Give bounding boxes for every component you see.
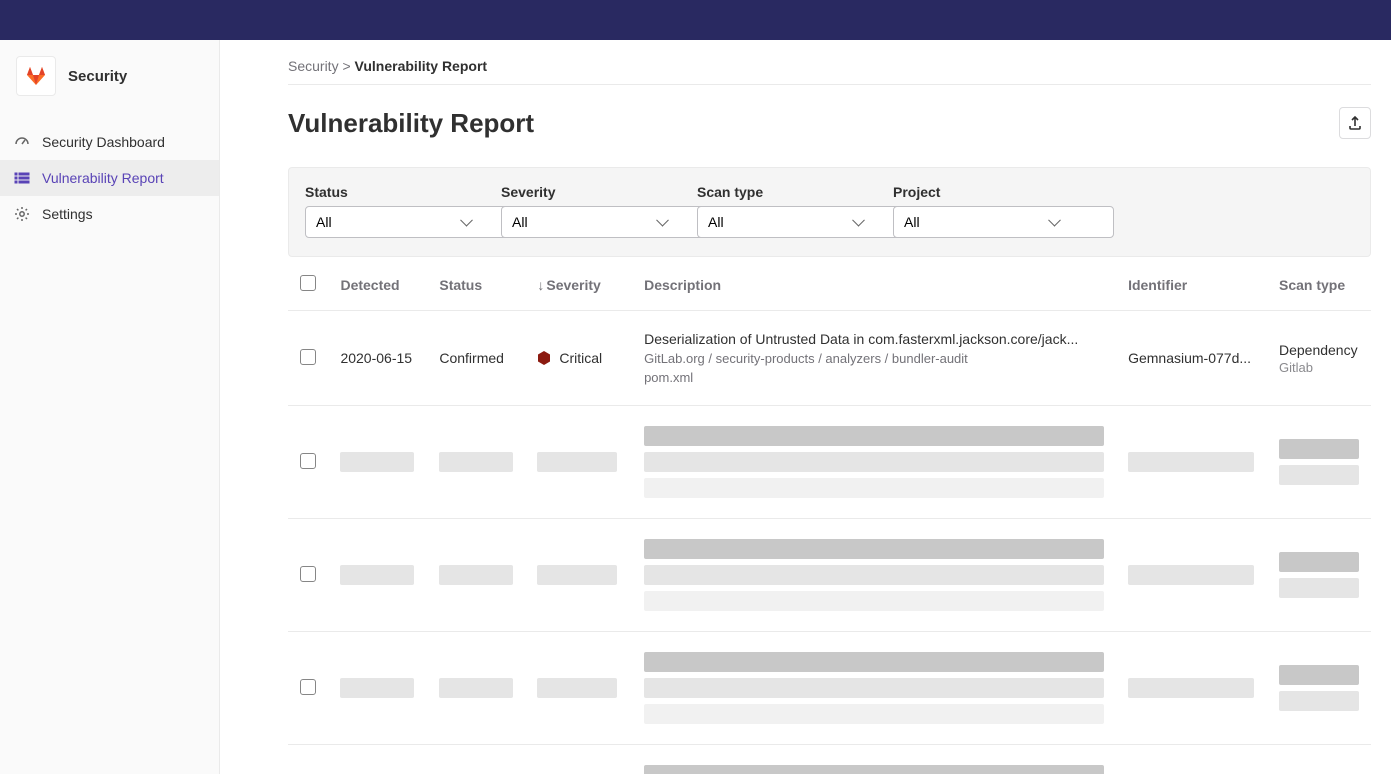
breadcrumb-separator: > xyxy=(342,58,350,74)
export-icon xyxy=(1347,115,1363,131)
sidebar-item-label: Vulnerability Report xyxy=(42,170,164,186)
cell-status: Confirmed xyxy=(427,311,525,406)
select-all-checkbox[interactable] xyxy=(300,275,316,291)
gitlab-logo xyxy=(16,56,56,96)
tanuki-icon xyxy=(24,64,48,88)
page-header: Vulnerability Report xyxy=(288,107,1371,139)
row-checkbox[interactable] xyxy=(300,566,316,582)
header-identifier[interactable]: Identifier xyxy=(1116,257,1267,311)
dashboard-icon xyxy=(14,134,30,150)
sidebar-item-settings[interactable]: Settings xyxy=(0,196,219,232)
filter-scan-type-select[interactable] xyxy=(697,206,918,238)
breadcrumb-current: Vulnerability Report xyxy=(355,58,488,74)
vulnerability-title[interactable]: Deserialization of Untrusted Data in com… xyxy=(644,331,1104,347)
filter-severity: Severity xyxy=(501,184,677,238)
table-row[interactable]: 2020-06-15 Confirmed Critical Deserializ… xyxy=(288,311,1371,406)
page-title: Vulnerability Report xyxy=(288,108,534,139)
header-status[interactable]: Status xyxy=(427,257,525,311)
sidebar-nav: Security Dashboard Vulnerability Report … xyxy=(0,124,219,232)
export-button[interactable] xyxy=(1339,107,1371,139)
gear-icon xyxy=(14,206,30,222)
table-row-skeleton xyxy=(288,406,1371,519)
filter-project-select[interactable] xyxy=(893,206,1114,238)
breadcrumb: Security > Vulnerability Report xyxy=(288,58,1371,85)
filter-severity-select[interactable] xyxy=(501,206,722,238)
header-detected[interactable]: Detected xyxy=(328,257,427,311)
row-checkbox[interactable] xyxy=(300,453,316,469)
filter-project: Project xyxy=(893,184,1069,238)
vulnerability-file: pom.xml xyxy=(644,370,1104,385)
cell-severity: Critical xyxy=(525,311,632,406)
table-body: 2020-06-15 Confirmed Critical Deserializ… xyxy=(288,311,1371,774)
critical-severity-icon xyxy=(537,351,551,365)
header-description[interactable]: Description xyxy=(632,257,1116,311)
sidebar-item-vulnerability-report[interactable]: Vulnerability Report xyxy=(0,160,219,196)
breadcrumb-root[interactable]: Security xyxy=(288,58,339,74)
cell-identifier: Gemnasium-077d... xyxy=(1116,311,1267,406)
vulnerabilities-table: Detected Status ↓Severity Description Id… xyxy=(288,257,1371,774)
main-content: Security > Vulnerability Report Vulnerab… xyxy=(220,40,1391,774)
row-checkbox[interactable] xyxy=(300,349,316,365)
vulnerability-path: GitLab.org / security-products / analyze… xyxy=(644,351,1104,366)
sort-desc-icon: ↓ xyxy=(537,277,544,293)
filter-scan-type: Scan type xyxy=(697,184,873,238)
row-checkbox[interactable] xyxy=(300,679,316,695)
filter-label: Project xyxy=(893,184,1069,200)
filter-status: Status xyxy=(305,184,481,238)
sidebar-title: Security xyxy=(68,68,127,85)
table-row-skeleton xyxy=(288,745,1371,774)
table-row-skeleton xyxy=(288,519,1371,632)
list-icon xyxy=(14,170,30,186)
top-bar xyxy=(0,0,1391,40)
app-layout: Security Security Dashboard Vulnerabilit… xyxy=(0,40,1391,774)
header-severity[interactable]: ↓Severity xyxy=(525,257,632,311)
cell-description: Deserialization of Untrusted Data in com… xyxy=(632,311,1116,406)
filter-label: Severity xyxy=(501,184,677,200)
sidebar: Security Security Dashboard Vulnerabilit… xyxy=(0,40,220,774)
sidebar-item-label: Settings xyxy=(42,206,93,222)
sidebar-item-dashboard[interactable]: Security Dashboard xyxy=(0,124,219,160)
filter-label: Scan type xyxy=(697,184,873,200)
header-scan-type[interactable]: Scan type xyxy=(1267,257,1371,311)
sidebar-header: Security xyxy=(0,40,219,112)
filter-status-select[interactable] xyxy=(305,206,526,238)
cell-scan-type: Dependency Gitlab xyxy=(1267,311,1371,406)
sidebar-item-label: Security Dashboard xyxy=(42,134,165,150)
filter-label: Status xyxy=(305,184,481,200)
table-row-skeleton xyxy=(288,632,1371,745)
cell-detected: 2020-06-15 xyxy=(328,311,427,406)
filters-bar: Status Severity Scan type Project xyxy=(288,167,1371,257)
